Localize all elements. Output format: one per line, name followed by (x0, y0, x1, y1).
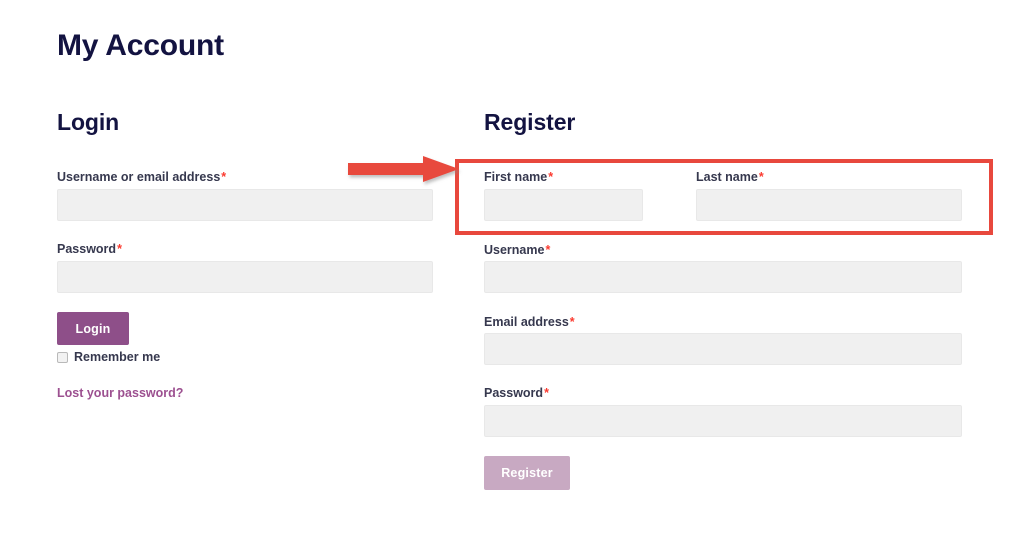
login-username-label-text: Username or email address (57, 170, 221, 184)
login-password-label-text: Password (57, 242, 117, 256)
lost-password-link[interactable]: Lost your password? (57, 385, 183, 401)
register-last-name-label: Last name* (696, 169, 764, 185)
register-button[interactable]: Register (484, 456, 570, 490)
remember-me-label: Remember me (74, 350, 161, 364)
required-asterisk: * (545, 243, 551, 257)
my-account-page: My Account Login Username or email addre… (0, 0, 1024, 544)
register-password-label-text: Password (484, 386, 544, 400)
remember-me-row[interactable]: Remember me (57, 350, 160, 364)
required-asterisk: * (117, 242, 122, 256)
right-arrow-icon (348, 156, 459, 182)
register-email-label-text: Email address (484, 315, 569, 329)
register-email-input[interactable] (484, 333, 962, 365)
register-username-label: Username* (484, 242, 550, 258)
login-section-heading: Login (57, 109, 120, 135)
required-asterisk: * (758, 170, 764, 184)
register-username-input[interactable] (484, 261, 962, 293)
remember-me-checkbox[interactable] (57, 351, 68, 363)
required-asterisk: * (569, 315, 575, 329)
login-password-label: Password* (57, 241, 122, 257)
register-first-name-label: First name* (484, 169, 553, 185)
register-first-name-input[interactable] (484, 189, 643, 221)
login-password-input[interactable] (57, 261, 433, 293)
register-password-input[interactable] (484, 405, 962, 437)
register-last-name-label-text: Last name (696, 170, 758, 184)
register-password-label: Password* (484, 385, 549, 401)
register-section-heading: Register (484, 109, 576, 135)
login-username-label: Username or email address* (57, 169, 226, 185)
register-first-name-label-text: First name (484, 170, 548, 184)
required-asterisk: * (221, 170, 227, 184)
required-asterisk: * (544, 386, 549, 400)
page-title: My Account (57, 29, 224, 62)
register-email-label: Email address* (484, 314, 575, 330)
register-username-label-text: Username (484, 243, 545, 257)
login-button[interactable]: Login (57, 312, 129, 345)
required-asterisk: * (548, 170, 554, 184)
register-last-name-input[interactable] (696, 189, 962, 221)
login-username-input[interactable] (57, 189, 433, 221)
